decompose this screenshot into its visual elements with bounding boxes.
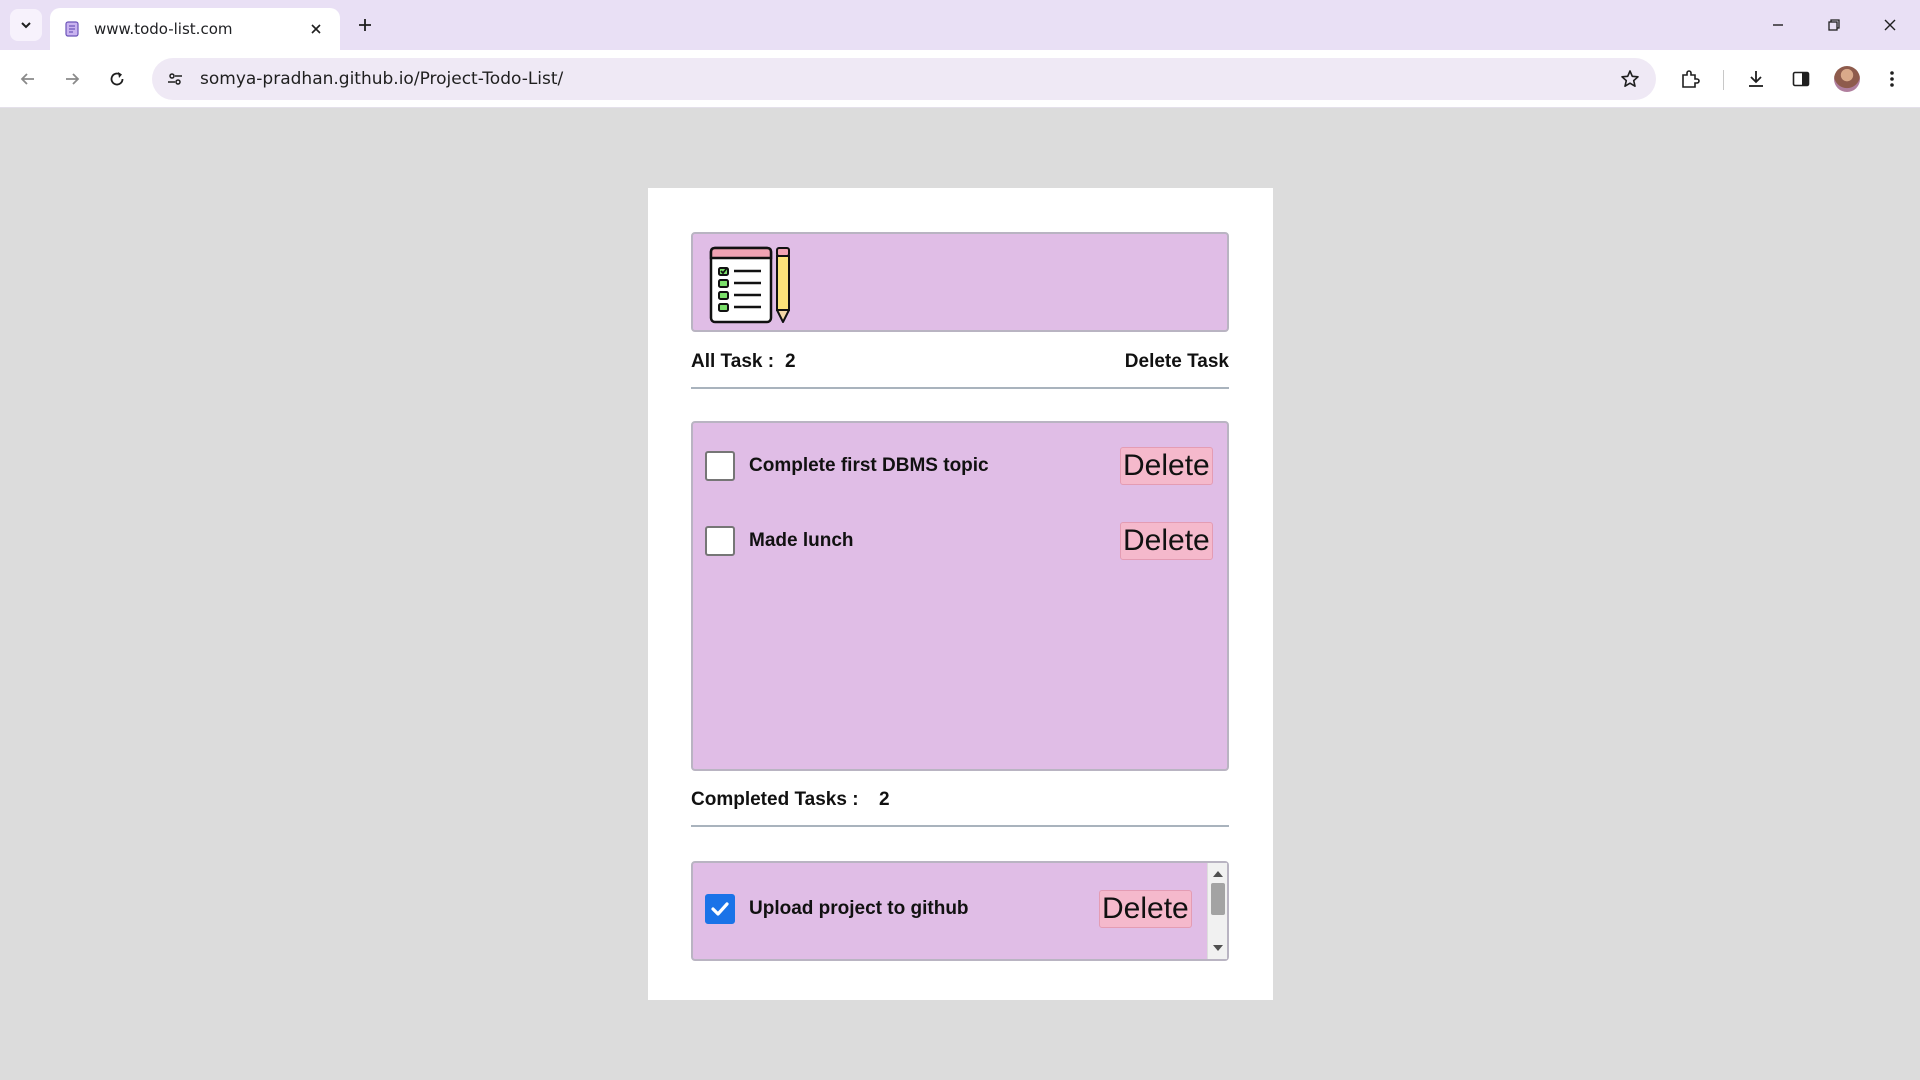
completed-list-scrollbar[interactable] [1207, 863, 1227, 959]
task-checkbox[interactable] [705, 526, 735, 556]
browser-toolbar: somya-pradhan.github.io/Project-Todo-Lis… [0, 50, 1920, 108]
kebab-menu-icon [1890, 71, 1894, 87]
close-icon [311, 24, 321, 34]
pending-task-list: Complete first DBMS topic Delete Made lu… [691, 421, 1229, 771]
list-item: Complete first DBMS topic Delete [705, 447, 1215, 485]
task-text: Complete first DBMS topic [749, 455, 989, 476]
arrow-right-icon [66, 73, 80, 85]
scroll-down-arrow-icon[interactable] [1213, 945, 1223, 951]
checkmark-icon [711, 902, 729, 916]
side-panel-icon [1792, 71, 1810, 87]
tab-title: www.todo-list.com [94, 20, 233, 38]
all-task-label: All Task : [691, 351, 775, 372]
completed-task-row: Completed Tasks : 2 [691, 789, 1229, 827]
delete-button[interactable]: Delete [1099, 890, 1192, 928]
delete-task-heading: Delete Task [1124, 351, 1229, 372]
task-text: Made lunch [749, 530, 854, 551]
restore-window-button[interactable] [1816, 10, 1852, 40]
puzzle-icon [1682, 70, 1700, 88]
arrow-left-icon [20, 73, 34, 85]
extensions-button[interactable] [1674, 63, 1706, 95]
restore-icon [1828, 19, 1840, 31]
plus-icon [359, 19, 371, 31]
completed-task-list: Upload project to github Delete [691, 861, 1229, 961]
back-button[interactable] [12, 63, 44, 95]
reload-icon [110, 72, 124, 86]
toolbar-divider [1723, 70, 1724, 90]
browser-menu-button[interactable] [1876, 63, 1908, 95]
bookmark-button[interactable] [1614, 63, 1646, 95]
delete-button[interactable]: Delete [1120, 522, 1213, 560]
app-header [691, 232, 1229, 332]
todo-checklist-pencil-icon [709, 246, 790, 324]
todo-app-card: All Task : 2 Delete Task Complete first … [648, 188, 1273, 1000]
scrollbar-thumb[interactable] [1211, 883, 1225, 915]
address-bar[interactable]: somya-pradhan.github.io/Project-Todo-Lis… [152, 58, 1656, 100]
delete-button[interactable]: Delete [1120, 447, 1213, 485]
url-text[interactable]: somya-pradhan.github.io/Project-Todo-Lis… [200, 69, 1614, 89]
divider [691, 387, 1229, 389]
download-icon [1749, 71, 1763, 87]
close-window-button[interactable] [1872, 10, 1908, 40]
close-icon [1884, 19, 1896, 31]
new-tab-button[interactable] [352, 12, 378, 38]
all-task-count: 2 [785, 351, 796, 372]
task-text: Upload project to github [749, 898, 969, 919]
profile-avatar[interactable] [1834, 66, 1860, 92]
minimize-icon [1773, 24, 1783, 26]
close-tab-button[interactable] [306, 19, 326, 39]
tune-icon [168, 73, 182, 85]
completed-tasks-count: 2 [879, 789, 890, 810]
list-item: Upload project to github Delete [705, 890, 1195, 928]
all-task-row: All Task : 2 Delete Task [691, 351, 1229, 389]
task-checkbox-checked[interactable] [705, 894, 735, 924]
minimize-window-button[interactable] [1760, 10, 1796, 40]
todo-favicon-icon [65, 21, 79, 37]
divider [691, 825, 1229, 827]
chevron-down-icon [21, 22, 31, 29]
list-item: Made lunch Delete [705, 522, 1215, 560]
forward-button[interactable] [56, 63, 88, 95]
task-checkbox[interactable] [705, 451, 735, 481]
site-info-button[interactable] [156, 60, 194, 98]
downloads-button[interactable] [1740, 63, 1772, 95]
tab-list-button[interactable] [10, 9, 42, 41]
browser-tab-bar: www.todo-list.com [0, 0, 1920, 50]
browser-tab[interactable]: www.todo-list.com [50, 8, 340, 50]
side-panel-button[interactable] [1785, 63, 1817, 95]
reload-button[interactable] [101, 63, 133, 95]
scroll-up-arrow-icon[interactable] [1213, 871, 1223, 877]
star-icon [1621, 70, 1639, 87]
completed-tasks-label: Completed Tasks : [691, 789, 859, 810]
